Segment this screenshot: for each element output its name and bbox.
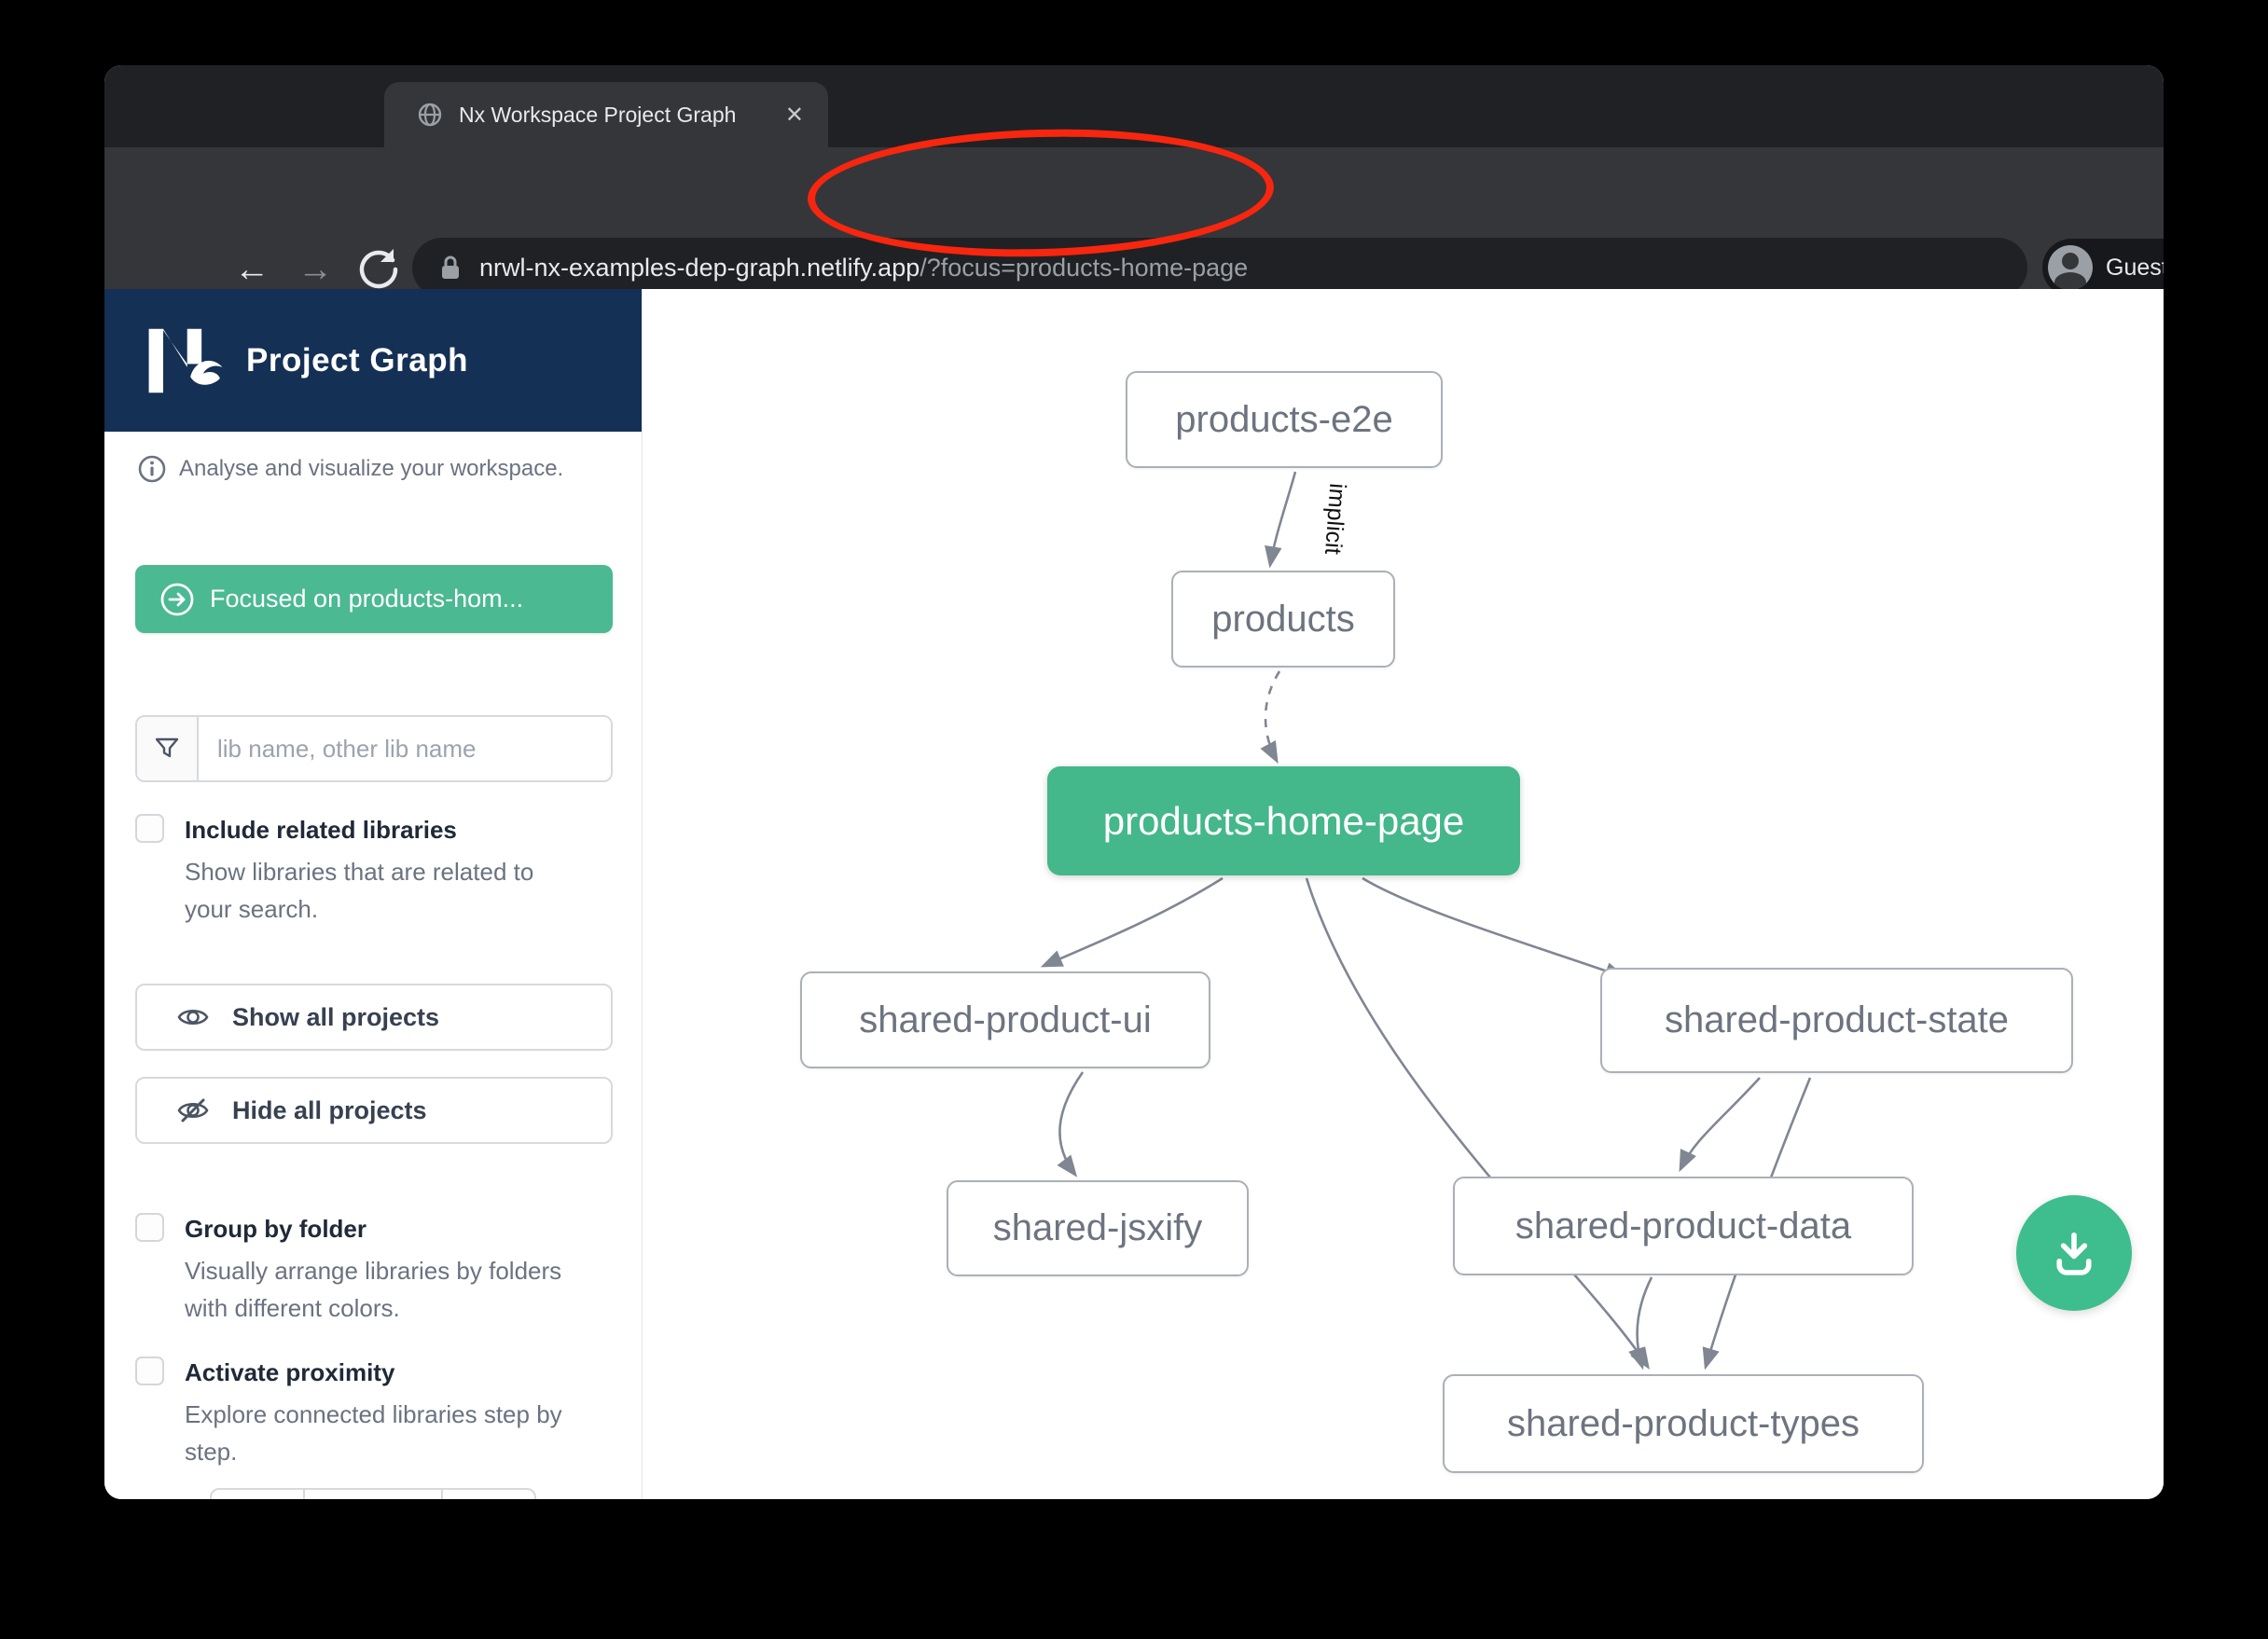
focused-on-button[interactable]: Focused on products-hom... (135, 565, 613, 633)
graph-node-shared-jsxify[interactable]: shared-jsxify (947, 1180, 1249, 1276)
hide-all-projects-label: Hide all projects (232, 1096, 427, 1125)
group-by-folder-row: Group by folder Visually arrange librari… (135, 1210, 609, 1327)
page-title: Project Graph (246, 342, 468, 379)
sidebar-header: Project Graph (104, 289, 642, 432)
stepper-decrement-button[interactable]: − (212, 1490, 305, 1499)
graph-edges (643, 289, 2164, 1499)
eye-icon (176, 1000, 210, 1034)
filter-box (135, 715, 613, 782)
activate-proximity-label: Activate proximity (185, 1354, 609, 1391)
tagline-row: Analyse and visualize your workspace. (138, 455, 563, 483)
graph-node-shared-product-ui[interactable]: shared-product-ui (800, 971, 1210, 1068)
include-related-description: Show libraries that are related to your … (185, 853, 584, 928)
include-related-checkbox[interactable] (135, 814, 164, 843)
graph-node-shared-product-data[interactable]: shared-product-data (1453, 1177, 1914, 1275)
stepper-value: 1 (305, 1490, 441, 1499)
download-icon (2048, 1227, 2100, 1279)
avatar-icon (2048, 245, 2093, 290)
proximity-stepper: − 1 + (210, 1488, 536, 1499)
sidebar: Project Graph Analyse and visualize your… (104, 289, 643, 1499)
lock-icon (438, 255, 463, 281)
show-all-projects-label: Show all projects (232, 1003, 439, 1032)
url-text: nrwl-nx-examples-dep-graph.netlify.app/?… (479, 254, 1248, 282)
graph-node-products-e2e[interactable]: products-e2e (1126, 371, 1443, 468)
eye-off-icon (176, 1094, 210, 1127)
tab-strip: Nx Workspace Project Graph ✕ + (104, 65, 2164, 147)
globe-icon (418, 103, 442, 127)
arrow-right-circle-icon (159, 582, 195, 617)
focused-on-label: Focused on products-hom... (210, 585, 523, 613)
include-related-row: Include related libraries Show libraries… (135, 811, 609, 928)
project-graph-canvas[interactable]: implicit products-e2e products products-… (643, 289, 2164, 1499)
filter-icon (137, 717, 199, 780)
include-related-label: Include related libraries (185, 811, 609, 848)
close-tab-icon[interactable]: ✕ (785, 102, 804, 129)
graph-node-products[interactable]: products (1171, 571, 1395, 668)
browser-toolbar: ← → nrwl-nx-examples-dep-graph.netlify.a… (104, 147, 2164, 289)
download-image-button[interactable] (2016, 1195, 2132, 1311)
stepper-increment-button[interactable]: + (441, 1490, 534, 1499)
activate-proximity-description: Explore connected libraries step by step… (185, 1396, 609, 1470)
graph-node-products-home-page[interactable]: products-home-page (1047, 766, 1520, 875)
group-by-folder-checkbox[interactable] (135, 1213, 164, 1242)
hide-all-projects-button[interactable]: Hide all projects (135, 1077, 613, 1144)
graph-node-shared-product-state[interactable]: shared-product-state (1600, 968, 2073, 1073)
info-icon (138, 455, 166, 483)
graph-node-shared-product-types[interactable]: shared-product-types (1443, 1374, 1924, 1473)
browser-window: Nx Workspace Project Graph ✕ + ← → nrwl-… (104, 65, 2164, 1499)
profile-name: Guest (2106, 255, 2164, 282)
url-path: /?focus=products-home-page (920, 254, 1248, 282)
activate-proximity-checkbox[interactable] (135, 1357, 164, 1385)
group-by-folder-label: Group by folder (185, 1210, 609, 1247)
edge-label-implicit: implicit (1319, 482, 1350, 555)
nx-logo-icon (145, 327, 226, 394)
url-domain: nrwl-nx-examples-dep-graph.netlify.app (479, 254, 920, 282)
profile-chip[interactable]: Guest (2042, 239, 2164, 296)
tagline-text: Analyse and visualize your workspace. (179, 456, 563, 482)
group-by-folder-description: Visually arrange libraries by folders wi… (185, 1252, 609, 1327)
tab-title: Nx Workspace Project Graph (459, 103, 785, 128)
browser-tab[interactable]: Nx Workspace Project Graph ✕ (384, 82, 828, 147)
filter-input[interactable] (199, 717, 611, 780)
show-all-projects-button[interactable]: Show all projects (135, 984, 613, 1051)
activate-proximity-row: Activate proximity Explore connected lib… (135, 1354, 609, 1470)
